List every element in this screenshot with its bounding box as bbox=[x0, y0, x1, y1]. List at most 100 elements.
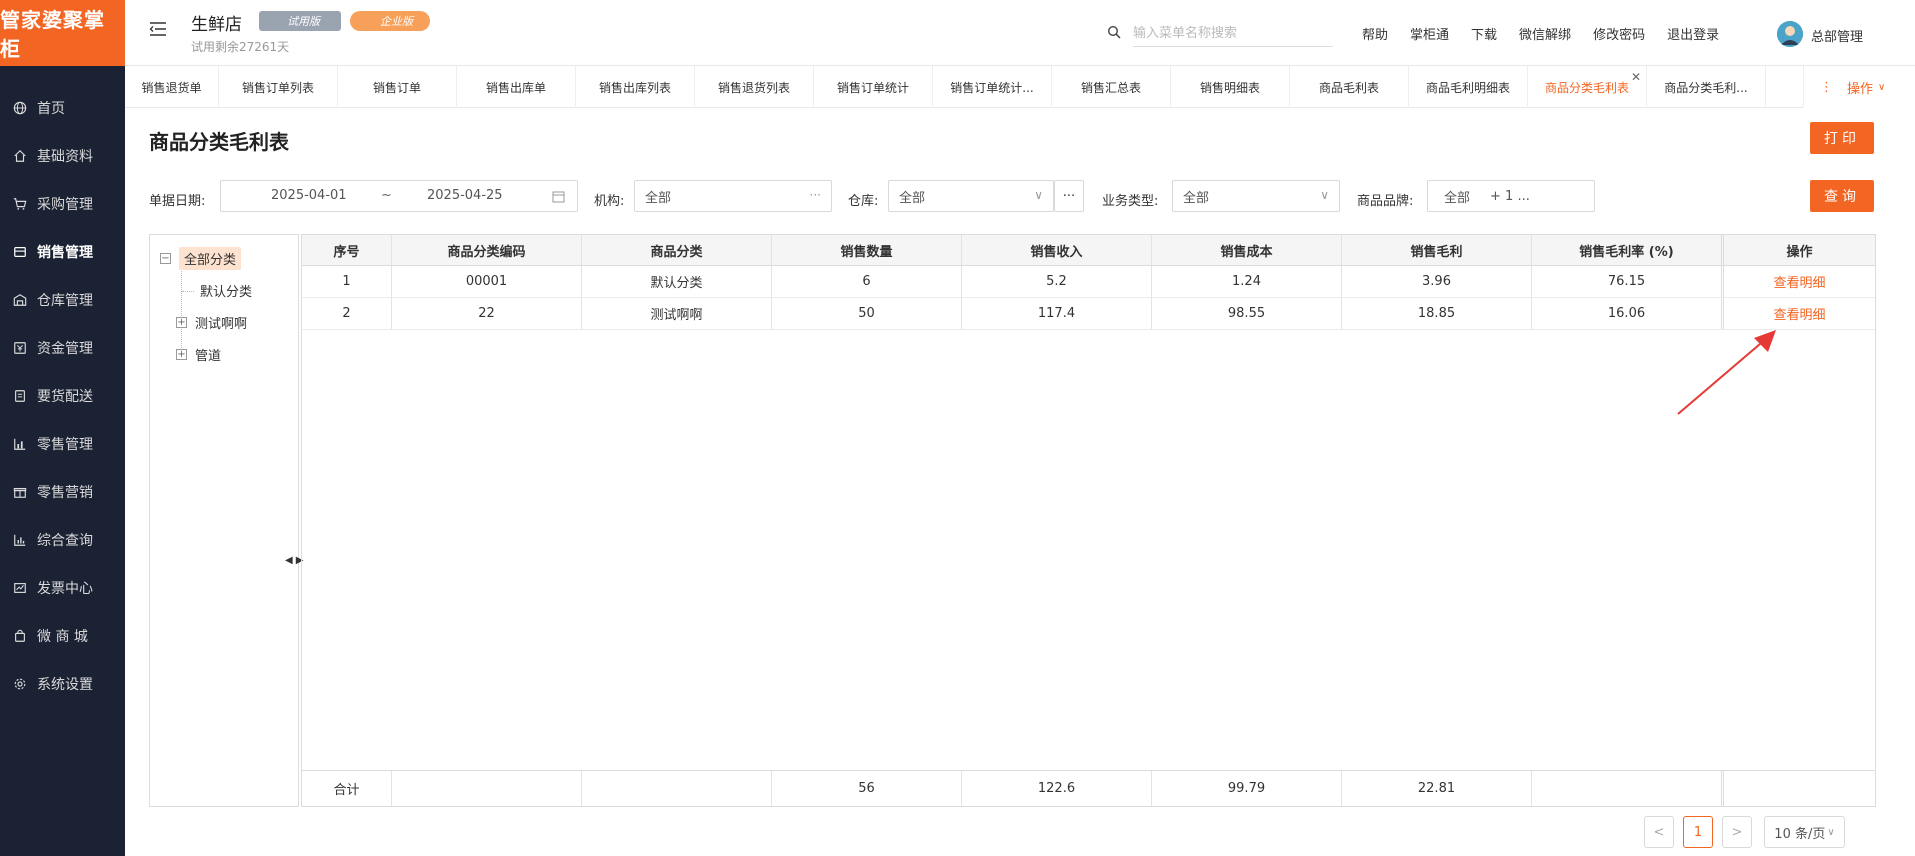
sidebar-item-settings[interactable]: 系统设置 bbox=[0, 660, 125, 708]
sidebar-item-retail[interactable]: 零售管理 bbox=[0, 420, 125, 468]
tab-sales-order-stats-2[interactable]: 销售订单统计... bbox=[933, 66, 1052, 108]
biz-type-select[interactable]: 全部 ∨ bbox=[1172, 180, 1340, 212]
print-button[interactable]: 打印 bbox=[1810, 122, 1874, 154]
collapse-icon[interactable]: − bbox=[160, 253, 171, 264]
tab-category-margin[interactable]: 商品分类毛利表 ✕ bbox=[1528, 66, 1647, 108]
tab-operations-menu[interactable]: ⋮ 操作 ∨ bbox=[1803, 66, 1915, 108]
date-start[interactable]: 2025-04-01 bbox=[271, 188, 347, 203]
sidebar-item-purchase[interactable]: 采购管理 bbox=[0, 180, 125, 228]
sidebar-item-label: 零售管理 bbox=[37, 437, 93, 453]
sidebar-item-home[interactable]: 首页 bbox=[0, 84, 125, 132]
total-revenue: 122.6 bbox=[962, 771, 1152, 806]
tab-sales-outbound-list[interactable]: 销售出库列表 bbox=[576, 66, 695, 108]
tab-label: 商品分类毛利表 bbox=[1544, 80, 1629, 95]
tab-sales-return-bill[interactable]: 销售退货单 bbox=[125, 66, 219, 108]
org-value: 全部 bbox=[645, 190, 672, 206]
prev-page-button[interactable]: < bbox=[1644, 816, 1674, 848]
sidebar-item-warehouse[interactable]: 仓库管理 bbox=[0, 276, 125, 324]
col-header[interactable]: 销售收入 bbox=[962, 235, 1152, 265]
date-end[interactable]: 2025-04-25 bbox=[427, 188, 503, 203]
sidebar-item-basic-data[interactable]: 基础资料 bbox=[0, 132, 125, 180]
tab-sales-order[interactable]: 销售订单 bbox=[338, 66, 457, 108]
ellipsis-icon[interactable]: ··· bbox=[810, 188, 821, 202]
tab-sales-return-list[interactable]: 销售退货列表 bbox=[695, 66, 814, 108]
tree-node-all[interactable]: − 全部分类 bbox=[160, 247, 242, 270]
col-header[interactable]: 销售成本 bbox=[1152, 235, 1342, 265]
page-size-select[interactable]: 10 条/页 ∨ bbox=[1764, 816, 1845, 848]
top-header: 生鲜店 试用版 企业版 试用剩余27261天 帮助 掌柜通 下载 微信解绑 修改… bbox=[125, 0, 1915, 66]
tab-sales-detail[interactable]: 销售明细表 bbox=[1171, 66, 1290, 108]
tab-category-margin-2[interactable]: 商品分类毛利... bbox=[1647, 66, 1766, 108]
menu-toggle-icon[interactable] bbox=[149, 20, 167, 38]
tab-sales-order-list[interactable]: 销售订单列表 bbox=[219, 66, 338, 108]
category-tree: − 全部分类 默认分类 + 测试啊啊 + 管道 bbox=[149, 234, 299, 807]
expand-icon[interactable]: + bbox=[176, 317, 187, 328]
tab-product-margin-detail[interactable]: 商品毛利明细表 bbox=[1409, 66, 1528, 108]
warehouse-label: 仓库: bbox=[848, 194, 879, 209]
sidebar: 管家婆聚掌柜 首页 基础资料 采购管理 销售管理 仓库管理 资金管理 要货配送 … bbox=[0, 0, 125, 856]
cart-icon bbox=[12, 196, 28, 212]
ellipsis-icon: ··· bbox=[1062, 188, 1076, 204]
warehouse-select[interactable]: 全部 ∨ bbox=[888, 180, 1054, 212]
next-page-button[interactable]: > bbox=[1722, 816, 1752, 848]
sidebar-item-label: 微 商 城 bbox=[37, 629, 88, 645]
close-icon[interactable]: ✕ bbox=[1631, 70, 1641, 84]
tab-sales-summary[interactable]: 销售汇总表 bbox=[1052, 66, 1171, 108]
table-row[interactable]: 1 00001 默认分类 6 5.2 1.24 3.96 76.15 查看明细 bbox=[302, 266, 1875, 298]
date-label: 单据日期: bbox=[149, 194, 206, 209]
change-password-link[interactable]: 修改密码 bbox=[1593, 24, 1645, 43]
tree-node-test[interactable]: + 测试啊啊 bbox=[176, 313, 247, 332]
col-header[interactable]: 序号 bbox=[302, 235, 392, 265]
view-detail-link[interactable]: 查看明细 bbox=[1724, 266, 1875, 297]
col-header: 操作 bbox=[1786, 244, 1813, 260]
logo: 管家婆聚掌柜 bbox=[0, 0, 125, 66]
store-name[interactable]: 生鲜店 bbox=[191, 10, 242, 35]
org-select[interactable]: 全部 ··· bbox=[634, 180, 832, 212]
page-1-button[interactable]: 1 bbox=[1683, 816, 1713, 848]
tree-node-label: 全部分类 bbox=[179, 247, 242, 270]
menu-search-input[interactable] bbox=[1133, 21, 1333, 47]
money-icon bbox=[12, 340, 28, 356]
enterprise-badge: 企业版 bbox=[350, 11, 430, 31]
tab-sales-order-stats[interactable]: 销售订单统计 bbox=[814, 66, 933, 108]
query-button[interactable]: 查询 bbox=[1810, 180, 1874, 212]
col-header[interactable]: 商品分类 bbox=[582, 235, 772, 265]
table-cell: 默认分类 bbox=[582, 266, 772, 297]
chevron-down-icon: ∨ bbox=[1878, 81, 1886, 93]
sidebar-item-marketing[interactable]: 零售营销 bbox=[0, 468, 125, 516]
warehouse-more-button[interactable]: ··· bbox=[1054, 180, 1084, 212]
sidebar-item-invoice[interactable]: 发票中心 bbox=[0, 564, 125, 612]
sidebar-item-label: 零售营销 bbox=[37, 485, 93, 501]
brand-select[interactable]: 全部 + 1 ... bbox=[1427, 180, 1595, 212]
col-header[interactable]: 销售毛利率 (%) bbox=[1532, 235, 1724, 265]
sidebar-item-label: 仓库管理 bbox=[37, 293, 93, 309]
date-range-picker[interactable]: 2025-04-01 ~ 2025-04-25 bbox=[220, 180, 578, 212]
tree-node-default[interactable]: 默认分类 bbox=[200, 281, 252, 300]
wechat-unbind-link[interactable]: 微信解绑 bbox=[1519, 24, 1571, 43]
biz-type-value: 全部 bbox=[1183, 190, 1210, 206]
table-cell: 98.55 bbox=[1152, 298, 1342, 329]
caret-left-icon[interactable]: ◀ bbox=[285, 555, 293, 566]
download-link[interactable]: 下载 bbox=[1471, 24, 1497, 43]
tab-product-margin[interactable]: 商品毛利表 bbox=[1290, 66, 1409, 108]
sidebar-item-label: 系统设置 bbox=[37, 677, 93, 693]
table-row[interactable]: 2 22 测试啊啊 50 117.4 98.55 18.85 16.06 查看明… bbox=[302, 298, 1875, 330]
view-detail-link[interactable]: 查看明细 bbox=[1724, 298, 1875, 329]
col-header[interactable]: 销售数量 bbox=[772, 235, 962, 265]
col-header[interactable]: 商品分类编码 bbox=[392, 235, 582, 265]
logout-link[interactable]: 退出登录 bbox=[1667, 24, 1719, 43]
sidebar-item-query[interactable]: 综合查询 bbox=[0, 516, 125, 564]
avatar[interactable] bbox=[1777, 21, 1803, 47]
tab-sales-outbound-bill[interactable]: 销售出库单 bbox=[457, 66, 576, 108]
sidebar-item-delivery[interactable]: 要货配送 bbox=[0, 372, 125, 420]
user-name[interactable]: 总部管理 bbox=[1811, 26, 1863, 45]
sidebar-item-sales[interactable]: 销售管理 bbox=[0, 228, 125, 276]
sidebar-item-mall[interactable]: 微 商 城 bbox=[0, 612, 125, 660]
sidebar-item-funds[interactable]: 资金管理 bbox=[0, 324, 125, 372]
tree-node-pipe[interactable]: + 管道 bbox=[176, 345, 221, 364]
help-link[interactable]: 帮助 bbox=[1362, 24, 1388, 43]
zhanggui-tong-link[interactable]: 掌柜通 bbox=[1410, 24, 1449, 43]
col-header[interactable]: 销售毛利 bbox=[1342, 235, 1532, 265]
table-cell: 测试啊啊 bbox=[582, 298, 772, 329]
expand-icon[interactable]: + bbox=[176, 349, 187, 360]
